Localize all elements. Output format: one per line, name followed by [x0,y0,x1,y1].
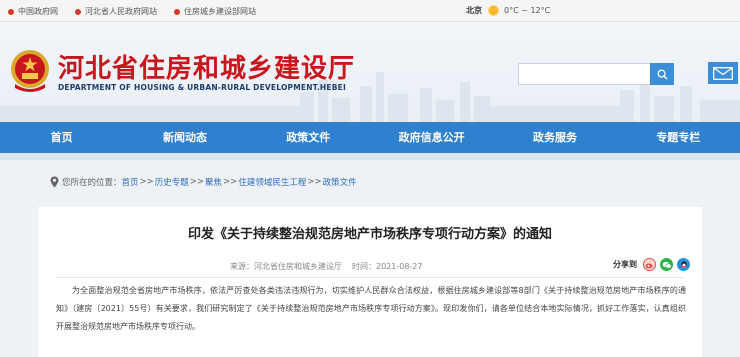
nav-item-policy[interactable]: 政策文件 [247,122,370,153]
site-header: 河北省住房和城乡建设厅 DEPARTMENT OF HOUSING & URBA… [0,22,740,122]
emblem-icon [11,50,49,92]
search-icon [657,69,667,79]
qq-icon[interactable] [677,258,690,271]
site-subtitle: DEPARTMENT OF HOUSING & URBAN-RURAL DEVE… [58,83,346,92]
breadcrumb-prefix: 您所在的位置： [62,178,122,188]
top-link-ministry[interactable]: 住房城乡建设部网站 [174,6,256,17]
nav-item-home[interactable]: 首页 [0,122,123,153]
share-label: 分享到 [613,260,637,269]
mail-button[interactable] [708,62,738,84]
weibo-icon[interactable] [643,258,656,271]
nav-item-special[interactable]: 专题专栏 [617,122,740,153]
search-button[interactable] [650,63,674,85]
nav-item-gov-info[interactable]: 政府信息公开 [370,122,493,153]
article-source: 来源：河北省住房和城乡建设厅 [230,262,342,271]
breadcrumb-policy[interactable]: 政策文件 [323,176,357,188]
breadcrumb-livelihood[interactable]: 住建领域民生工程 [238,176,306,188]
breadcrumb-separator: >> [223,177,238,187]
breadcrumb-home[interactable]: 首页 [122,176,139,188]
breadcrumb: 您所在的位置： 首页 >> 历史专题 >> 聚焦 >> 住建领域民生工程 >> … [50,175,357,189]
breadcrumb-focus[interactable]: 聚焦 [205,176,222,188]
weather-city: 北京 [466,6,482,15]
breadcrumb-separator: >> [189,177,205,187]
main-nav: 首页 新闻动态 政策文件 政府信息公开 政务服务 专题专栏 [0,122,740,153]
article-title: 印发《关于持续整治规范房地产市场秩序专项行动方案》的通知 [187,227,552,242]
top-link-gov[interactable]: 中国政府网 [8,6,58,17]
weather-temp: 0°C ~ 12°C [504,6,551,15]
article-meta: 来源：河北省住房和城乡建设厅 时间：2021-08-27 [230,261,423,272]
search-box [518,63,674,85]
share-bar: 分享到 [613,258,694,271]
sun-icon [489,6,498,15]
mail-icon [713,66,733,80]
article-divider [56,277,684,278]
weather-widget: 北京 0°C ~ 12°C [466,5,550,16]
article-time: 时间：2021-08-27 [352,262,423,271]
breadcrumb-separator: >> [139,177,154,187]
location-pin-icon [50,176,59,188]
site-title: 河北省住房和城乡建设厅 [58,54,356,84]
article-panel: 印发《关于持续整治规范房地产市场秩序专项行动方案》的通知 来源：河北省住房和城乡… [38,207,702,357]
breadcrumb-history[interactable]: 历史专题 [155,176,189,188]
article-body: 为全面整治规范全省房地产市场秩序，依法严厉查处各类违法违规行为，切实维护人民群众… [56,286,686,331]
bullet-dot-icon [8,8,14,15]
nav-sub-strip [0,153,740,160]
top-utility-bar: 中国政府网 河北省人民政府网站 住房城乡建设部网站 北京 0°C ~ 12°C [0,0,740,22]
top-links: 中国政府网 河北省人民政府网站 住房城乡建设部网站 [8,6,273,17]
article-meta-row: 来源：河北省住房和城乡建设厅 时间：2021-08-27 分享到 [38,257,702,277]
search-input[interactable] [519,64,649,84]
bullet-dot-icon [75,8,81,15]
nav-item-news[interactable]: 新闻动态 [123,122,246,153]
bullet-dot-icon [174,8,180,15]
breadcrumb-separator: >> [307,177,322,187]
nav-item-services[interactable]: 政务服务 [493,122,616,153]
wechat-icon[interactable] [660,258,673,271]
top-link-hebei-gov[interactable]: 河北省人民政府网站 [75,6,157,17]
